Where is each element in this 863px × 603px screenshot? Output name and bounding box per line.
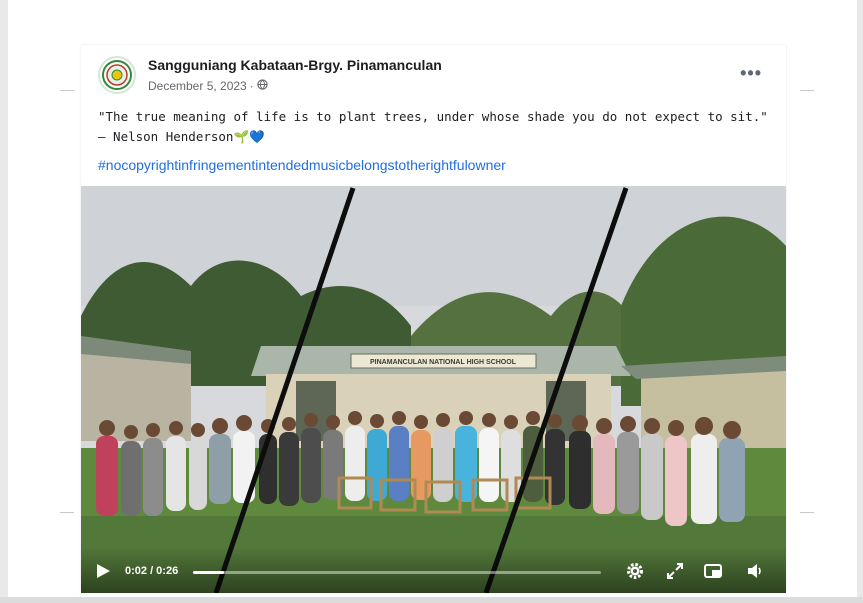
- divider-tick: [800, 512, 814, 513]
- divider-tick: [800, 90, 814, 91]
- video-player[interactable]: PINAMANCULAN NATIONAL HIGH SCHOOL 0:02 /…: [81, 186, 786, 593]
- settings-gear-icon[interactable]: [625, 561, 645, 581]
- page-avatar[interactable]: [98, 56, 136, 94]
- fullscreen-icon[interactable]: [665, 561, 685, 581]
- left-frame-border: [0, 0, 8, 603]
- divider-tick: [60, 90, 74, 91]
- video-controls-bar: 0:02 / 0:26: [81, 547, 786, 593]
- post-date[interactable]: December 5, 2023: [148, 79, 247, 93]
- divider-tick: [60, 512, 74, 513]
- play-icon[interactable]: [95, 563, 111, 579]
- hashtag-link[interactable]: #nocopyrightinfringementintendedmusicbel…: [98, 157, 506, 173]
- globe-icon: [257, 79, 268, 93]
- bottom-frame-border: [0, 597, 863, 603]
- school-sign-text: PINAMANCULAN NATIONAL HIGH SCHOOL: [370, 359, 517, 366]
- post-meta: December 5, 2023 ·: [148, 79, 268, 93]
- sk-logo-icon: [102, 60, 132, 90]
- video-frame: PINAMANCULAN NATIONAL HIGH SCHOOL: [81, 186, 786, 593]
- progress-bar[interactable]: [193, 571, 601, 574]
- picture-in-picture-icon[interactable]: [703, 561, 723, 581]
- page-name-link[interactable]: Sangguniang Kabataan-Brgy. Pinamanculan: [148, 57, 442, 73]
- facebook-post-card: Sangguniang Kabataan-Brgy. Pinamanculan …: [81, 45, 786, 593]
- volume-icon[interactable]: [745, 561, 765, 581]
- video-time: 0:02 / 0:26: [125, 565, 179, 577]
- progress-fill: [193, 571, 225, 574]
- meta-separator: ·: [249, 79, 254, 93]
- right-frame-border: [857, 0, 863, 603]
- post-text: "The true meaning of life is to plant tr…: [98, 109, 768, 144]
- more-options-icon[interactable]: •••: [740, 63, 762, 84]
